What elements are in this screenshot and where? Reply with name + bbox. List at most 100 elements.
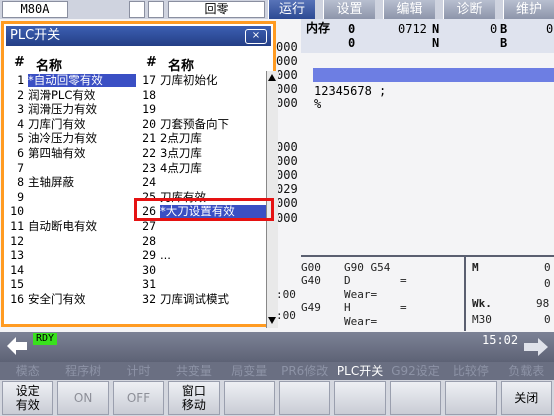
return-icon[interactable] [3, 333, 31, 360]
scroll-down-icon [268, 317, 276, 324]
column-header-name: 名称 [36, 59, 63, 74]
list-item[interactable]: 17 刀库初始化 [4, 74, 269, 87]
side-number: 000 [276, 68, 298, 82]
side-number: 000 [276, 82, 298, 96]
dialog-title-bar[interactable]: PLC开关 × [6, 26, 271, 46]
list-item[interactable]: 21 2点刀库 [4, 132, 269, 145]
header-value: N [432, 22, 440, 36]
m30-label: M30 [472, 313, 492, 326]
switch-number: 28 [142, 233, 156, 248]
softkey-menu-item[interactable]: 程序树 [55, 362, 110, 380]
function-key[interactable] [389, 381, 442, 415]
switch-number: 17 [142, 73, 156, 87]
switch-number: 27 [142, 219, 156, 233]
softkey-menu-item[interactable]: G92设定 [388, 362, 443, 380]
softkey-menu-item[interactable]: PR6修改 [277, 362, 332, 380]
softkey-menu-item[interactable]: PLC开关 [332, 362, 387, 380]
function-key[interactable]: 关闭 [500, 381, 552, 415]
header-value: B [500, 36, 508, 50]
switch-name: ... [160, 248, 171, 263]
list-item[interactable]: 28 [4, 233, 269, 248]
next-page-icon[interactable] [520, 335, 552, 360]
m-label: M [472, 261, 479, 274]
d-label: D [344, 274, 351, 287]
list-item[interactable]: 24 [4, 176, 269, 189]
function-key-label: 设定 [15, 384, 40, 398]
tab-setup[interactable]: 设置 [323, 0, 375, 19]
tab-diagnosis[interactable]: 诊断 [443, 0, 495, 19]
function-key[interactable]: 设定 有效 [2, 381, 54, 415]
function-key[interactable] [334, 381, 386, 415]
tab-run[interactable]: 运行 [268, 0, 315, 19]
list-item[interactable]: 31 [4, 278, 269, 291]
tab-maintenance[interactable]: 维护 [503, 0, 554, 19]
list-item[interactable]: 18 [4, 87, 269, 102]
edge-number: :00 [276, 309, 296, 322]
clock: 15:02 [482, 333, 519, 347]
program-highlight-bar [313, 68, 554, 82]
modal-g40: G40 [301, 274, 321, 287]
side-number: 000 [276, 40, 298, 54]
switch-number: 18 [142, 87, 156, 102]
memory-label: 内存 [306, 21, 331, 35]
function-key-label: ON [73, 391, 93, 405]
header-value: N [432, 36, 440, 50]
switch-number: 30 [142, 262, 156, 277]
program-percent: % [314, 97, 322, 111]
function-key[interactable]: 窗口 移动 [168, 381, 220, 415]
header-value: 0712 [398, 22, 427, 36]
modal-g90-g54: G90 G54 [344, 261, 391, 274]
list-item[interactable]: 27 [4, 220, 269, 233]
softkey-menu-item[interactable]: 负载表 [499, 362, 554, 380]
softkey-menu-item[interactable]: 共变量 [166, 362, 221, 380]
list-item[interactable]: 20 刀套预备向下 [4, 116, 269, 131]
wk-value: 98 [536, 297, 550, 310]
header-value: 0 [490, 22, 498, 36]
softkey-menu-item[interactable]: 局变量 [222, 362, 277, 380]
machine-name: M80A [2, 1, 68, 18]
h-equals: = [400, 301, 407, 314]
m-value: 0 [544, 261, 551, 274]
switch-number: 32 [142, 292, 156, 306]
switch-number: 29 [142, 248, 156, 263]
side-number: 000 [276, 140, 298, 154]
softkey-menu-row: 模态 程序树 计时 共变量 局变量 PR6修改 PLC开关 G92设定 比较停 负载表 [0, 362, 554, 380]
separator [464, 257, 466, 331]
function-key[interactable]: ON [57, 381, 109, 415]
softkey-menu-item[interactable]: 比较停 [443, 362, 498, 380]
list-item[interactable]: 32 刀库调试模式 [4, 293, 269, 306]
function-key[interactable] [223, 381, 275, 415]
function-key[interactable] [279, 381, 331, 415]
d-equals: = [400, 274, 407, 287]
softkey-menu-item[interactable]: 模态 [0, 362, 55, 380]
list-item[interactable]: 29... [4, 249, 269, 262]
list-item[interactable]: 23 4点刀库 [4, 160, 269, 175]
edge-number: :00 [276, 288, 296, 301]
wk-label: Wk. [472, 297, 492, 310]
scroll-up-icon [268, 74, 276, 81]
wear-label-2: Wear= [344, 315, 378, 328]
switch-name: 刀套预备向下 [160, 116, 229, 131]
column-header-name: 名称 [168, 59, 195, 74]
list-item[interactable]: 22 3点刀库 [4, 147, 269, 160]
header-value: 0 [348, 36, 356, 50]
switch-number: 24 [142, 175, 156, 190]
ready-indicator: RDY [33, 333, 57, 345]
list-item[interactable]: 19 [4, 103, 269, 116]
close-icon[interactable]: × [245, 29, 267, 44]
function-key[interactable]: OFF [112, 381, 165, 415]
wear-label-1: Wear= [344, 288, 378, 301]
plc-switch-dialog: PLC开关 × # 名称 # 名称 1 *自动回零有效 2 润滑PLC有效 3 润滑压力有… [1, 21, 278, 328]
tab-edit[interactable]: 编辑 [383, 0, 435, 19]
top-status-bar: M80A 回零 运行 设置 编辑 诊断 维护 [0, 0, 554, 19]
list-item[interactable]: 30 [4, 262, 269, 277]
function-key-label: 移动 [181, 398, 206, 412]
switch-number: 20 [142, 116, 156, 131]
header-value: 0 [348, 22, 356, 36]
function-key[interactable] [445, 381, 497, 415]
switch-name: 2点刀库 [160, 131, 202, 146]
softkey-menu-item[interactable]: 计时 [111, 362, 166, 380]
side-number: 000 [276, 211, 298, 225]
switch-number: 23 [142, 160, 156, 175]
modal-g49: G49 [301, 301, 321, 314]
